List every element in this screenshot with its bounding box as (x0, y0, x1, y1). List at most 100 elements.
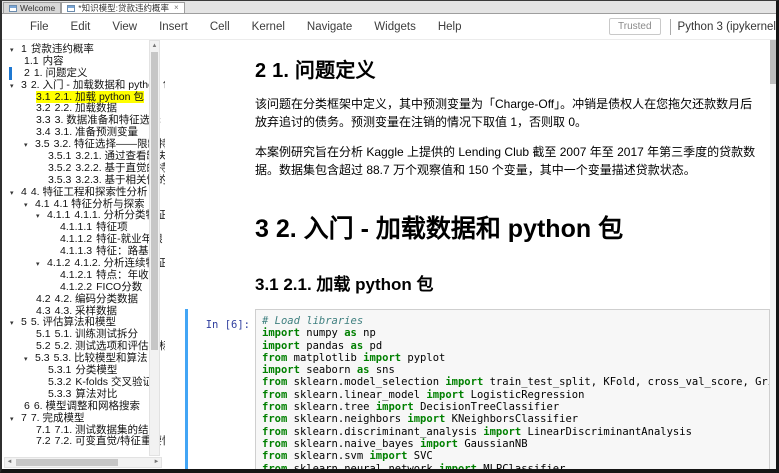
heading-problem-definition: 2 1. 问题定义 (255, 54, 762, 83)
toc-label: 3.1. 准备预测变量 (55, 126, 138, 138)
trusted-badge[interactable]: Trusted (609, 18, 661, 35)
notebook-main-area: 2 1. 问题定义 该问题在分类框架中定义，其中预测变量为「Charge-Off… (165, 40, 776, 469)
cell-prompt: In [6]: (188, 319, 250, 331)
scroll-up-icon[interactable]: ▲ (150, 41, 159, 51)
tab-welcome-label: Welcome (20, 3, 55, 13)
toc-number: 4.1.2 (47, 257, 70, 269)
menu-bar: FileEditViewInsertCellKernelNavigateWidg… (2, 14, 776, 40)
code-line: # Load libraries (262, 315, 763, 327)
window-icon (9, 5, 17, 12)
toc-label: 4.2. 编码分类数据 (55, 293, 138, 305)
close-icon[interactable]: × (174, 4, 179, 12)
toc-label: K-folds 交叉验证 (75, 376, 153, 388)
code-line: from sklearn.neural_network import MLPCl… (262, 463, 763, 469)
toc-number: 3 (21, 79, 27, 91)
toc-number: 5.3.1 (48, 364, 71, 376)
menu-item-navigate[interactable]: Navigate (296, 17, 363, 37)
toc-number: 3.4 (36, 126, 51, 138)
toc-number: 5.1 (36, 328, 51, 340)
sidebar-horizontal-scrollbar[interactable]: ◄ ► (4, 457, 162, 468)
toc-number: 5.3.3 (48, 388, 71, 400)
toc-number: 3.1 (36, 91, 51, 103)
toc-label: 3. 数据准备和特征选择 (55, 114, 161, 126)
tab-bar: Welcome *知识模型:贷款违约概率 × (2, 1, 776, 14)
notebook-window: Welcome *知识模型:贷款违约概率 × FileEditViewInser… (0, 0, 779, 473)
scroll-right-icon[interactable]: ► (152, 458, 161, 467)
code-line: from sklearn.linear_model import Logisti… (262, 389, 763, 401)
toc-number: 6 (24, 400, 30, 412)
paragraph-problem-2: 本案例研究旨在分析 Kaggle 上提供的 Lending Club 截至 20… (255, 144, 762, 179)
kernel-indicator: Python 3 (ipykernel (670, 19, 776, 35)
toc-label: 2. 入门 - 加载数据和 python 包 (31, 79, 165, 91)
main-scrollbar[interactable] (770, 40, 776, 469)
toc-label: 4. 特征工程和探索性分析 (31, 186, 148, 198)
menu-item-kernel[interactable]: Kernel (241, 17, 296, 37)
toc-label: 分类模型 (75, 364, 117, 376)
toc-label: 1. 问题定义 (34, 67, 88, 79)
toc-list: ▾1贷款违约概率1.1内容21. 问题定义▾32. 入门 - 加载数据和 pyt… (2, 44, 165, 448)
toc-number: 3.5.3 (48, 174, 71, 186)
markdown-cell-getting-started[interactable]: 3 2. 入门 - 加载数据和 python 包 (185, 209, 776, 245)
toc-number: 4.1.1.1 (60, 221, 92, 233)
toc-number: 7 (21, 412, 27, 424)
menubar-right: Trusted Python 3 (ipykernel (609, 18, 776, 35)
scroll-left-icon[interactable]: ◄ (5, 458, 14, 467)
code-line: from sklearn.discriminant_analysis impor… (262, 426, 763, 438)
tab-notebook-label: *知识模型:贷款违约概率 (78, 2, 169, 14)
toc-number: 7.2 (36, 435, 51, 447)
toc-number: 4.1 (35, 198, 50, 210)
toc-label: 5.1. 训练测试拆分 (55, 328, 138, 340)
vertical-scrollbar-thumb[interactable] (151, 52, 158, 350)
code-line: from sklearn.naive_bayes import Gaussian… (262, 438, 763, 450)
tab-welcome[interactable]: Welcome (3, 2, 61, 13)
toc-number: 4.2 (36, 293, 51, 305)
code-line: import numpy as np (262, 327, 763, 339)
toc-label: 特征项 (96, 221, 128, 233)
code-line: import seaborn as sns (262, 364, 763, 376)
code-line: from sklearn.tree import DecisionTreeCla… (262, 401, 763, 413)
body-row: ▾1贷款违约概率1.1内容21. 问题定义▾32. 入门 - 加载数据和 pyt… (2, 40, 776, 469)
menu-item-cell[interactable]: Cell (199, 17, 241, 37)
tab-notebook[interactable]: *知识模型:贷款违约概率 × (61, 2, 184, 13)
code-line: from matplotlib import pyplot (262, 352, 763, 364)
menu-item-help[interactable]: Help (427, 17, 473, 37)
toc-label: 2.2. 加载数据 (55, 102, 117, 114)
menu-item-file[interactable]: File (19, 17, 60, 37)
toc-label: 算法对比 (75, 388, 117, 400)
menu-item-edit[interactable]: Edit (60, 17, 102, 37)
toc-sidebar: ▾1贷款违约概率1.1内容21. 问题定义▾32. 入门 - 加载数据和 pyt… (2, 40, 165, 469)
toc-number: 4 (21, 186, 27, 198)
toc-number: 5.2 (36, 340, 51, 352)
toc-label: 特征：路基 (96, 245, 149, 257)
code-cell[interactable]: In [6]: # Load librariesimport numpy as … (185, 309, 770, 469)
toc-number: 4.1.1.2 (60, 233, 92, 245)
toc-label: 贷款违约概率 (31, 43, 94, 55)
toc-item-7.2[interactable]: 7.27.2. 可变直觉/特征重要性 (2, 436, 165, 448)
toc-number: 4.1.1 (47, 209, 70, 221)
toc-label: 7. 完成模型 (31, 412, 85, 424)
toc-number: 2 (24, 67, 30, 79)
menu-item-view[interactable]: View (101, 17, 148, 37)
menu-item-widgets[interactable]: Widgets (363, 17, 427, 37)
toc-label: FICO分数 (96, 281, 142, 293)
toc-number: 4.1.2.2 (60, 281, 92, 293)
toc-number: 4.1.1.3 (60, 245, 92, 257)
toc-number: 3.2 (36, 102, 51, 114)
menu-item-insert[interactable]: Insert (148, 17, 199, 37)
horizontal-scrollbar-thumb[interactable] (16, 459, 118, 466)
toc-number: 7.1 (36, 424, 51, 436)
code-input[interactable]: # Load librariesimport numpy as np import… (255, 309, 770, 469)
sidebar-vertical-scrollbar[interactable]: ▲ (149, 40, 160, 456)
main-scrollbar-thumb[interactable] (770, 40, 776, 84)
code-line: from sklearn.svm import SVC (262, 450, 763, 462)
toc-label: 4.1 特征分析与探索 (54, 198, 145, 210)
heading-load-packages: 3.1 2.1. 加载 python 包 (255, 270, 762, 295)
toc-label: 4.3. 采样数据 (55, 305, 117, 317)
toc-number: 5 (21, 316, 27, 328)
code-line: from sklearn.neighbors import KNeighbors… (262, 413, 763, 425)
paragraph-problem-1: 该问题在分类框架中定义，其中预测变量为「Charge-Off」。冲销是债权人在您… (255, 96, 762, 131)
menu-items: FileEditViewInsertCellKernelNavigateWidg… (2, 17, 473, 37)
notebook-icon (67, 5, 75, 12)
markdown-cell-load-packages[interactable]: 3.1 2.1. 加载 python 包 (185, 270, 776, 295)
markdown-cell-problem[interactable]: 2 1. 问题定义 该问题在分类框架中定义，其中预测变量为「Charge-Off… (185, 54, 776, 179)
